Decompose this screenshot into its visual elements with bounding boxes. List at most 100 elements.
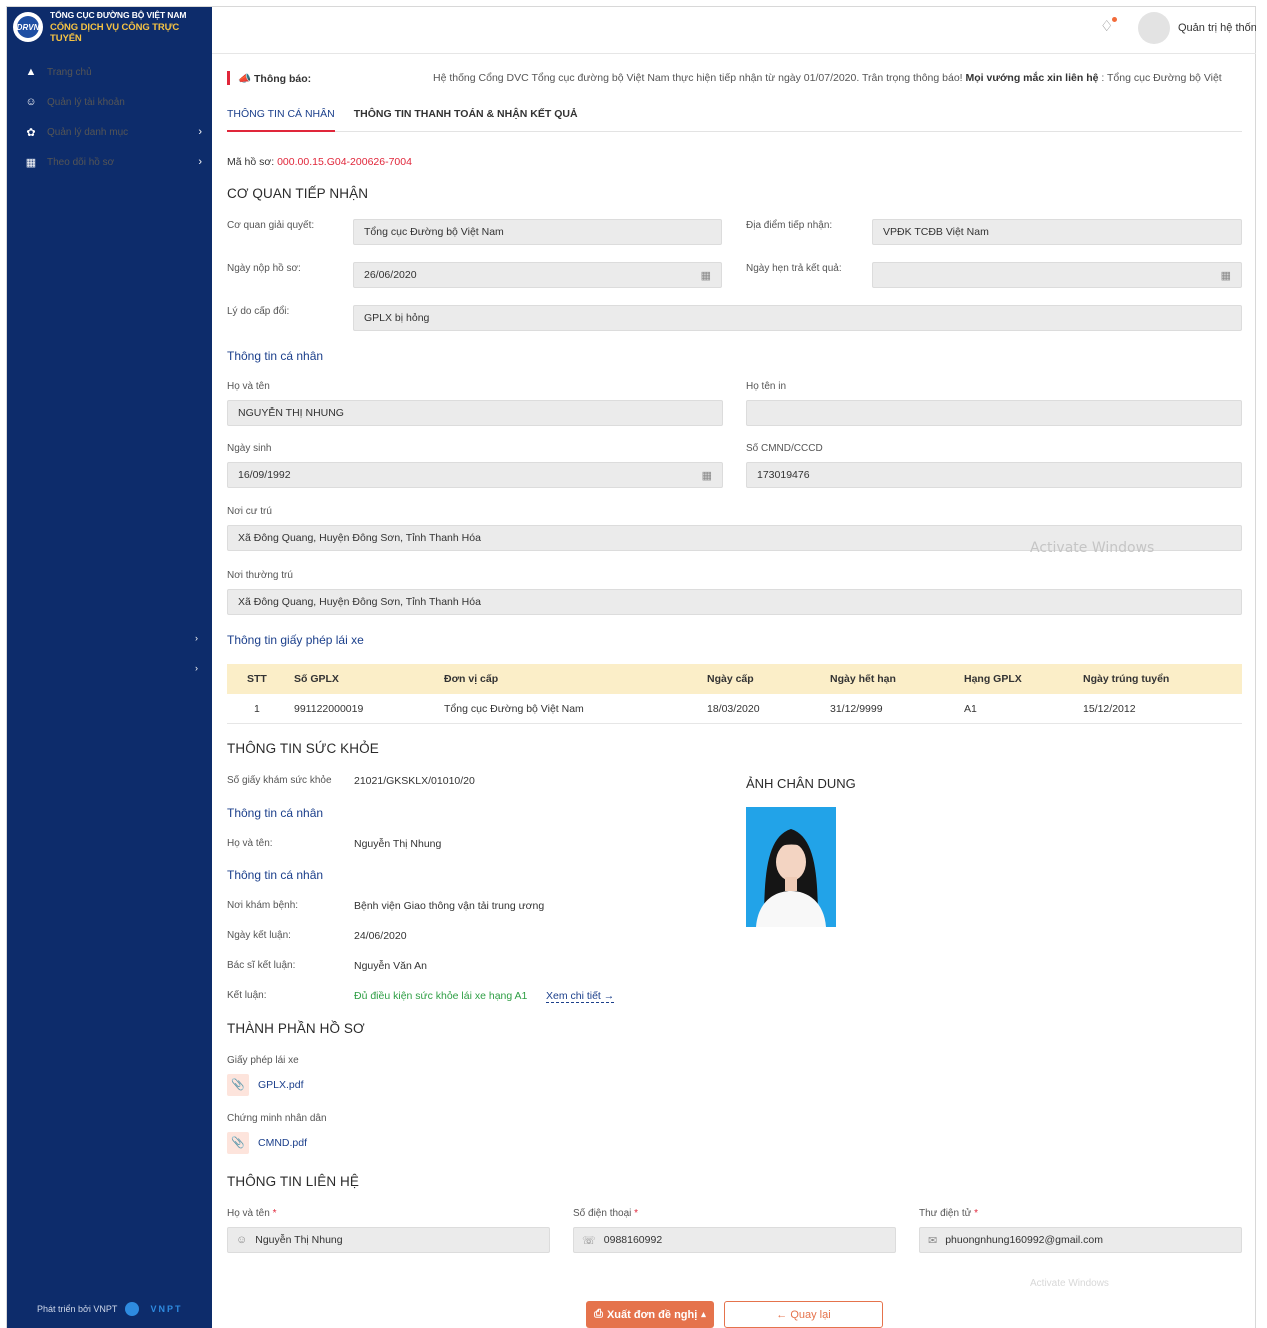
paperclip-icon: 📎: [227, 1074, 249, 1096]
chevron-right-icon[interactable]: ›: [195, 663, 198, 673]
chevron-right-icon: ›: [198, 126, 202, 138]
conclusion-date-label: Ngày kết luận:: [227, 930, 291, 941]
sidebar-item-home[interactable]: ▲ Trang chủ: [7, 57, 212, 87]
printed-name-field[interactable]: [746, 400, 1242, 426]
permanent-label: Nơi thường trú: [227, 570, 293, 581]
doc-label-license: Giấy phép lái xe: [227, 1055, 299, 1066]
contact-phone-label: Số điện thoại *: [573, 1208, 639, 1219]
reason-label: Lý do cấp đổi:: [227, 306, 290, 317]
chevron-right-icon: ›: [198, 156, 202, 168]
file-link[interactable]: GPLX.pdf: [258, 1079, 304, 1091]
calendar-icon[interactable]: ▦: [1221, 269, 1231, 282]
user-name[interactable]: Quản trị hệ thống: [1178, 22, 1256, 34]
sidebar-item-label: Quản lý tài khoản: [47, 96, 125, 108]
notice-label: Thông báo:: [254, 72, 312, 85]
contact-phone-field[interactable]: ☏ 0988160992: [573, 1227, 896, 1253]
dob-field[interactable]: 16/09/1992 ▦: [227, 462, 723, 488]
brand-line2: CỔNG DỊCH VỤ CÔNG TRỰC TUYẾN: [50, 22, 180, 44]
view-detail-link[interactable]: Xem chi tiết →: [546, 990, 615, 1003]
user-icon: ☺: [236, 1234, 248, 1246]
tab-payment-result[interactable]: THÔNG TIN THANH TOÁN & NHẬN KẾT QUẢ: [354, 106, 578, 132]
location-field[interactable]: VPĐK TCĐB Việt Nam: [872, 219, 1242, 245]
bell-icon[interactable]: ♢: [1100, 17, 1118, 37]
tab-personal-info[interactable]: THÔNG TIN CÁ NHÂN: [227, 106, 335, 132]
portrait-title: ẢNH CHÂN DUNG: [746, 776, 856, 791]
activate-windows-watermark: Activate Windows: [1030, 1278, 1109, 1289]
table-header: STT Số GPLX Đơn vị cấp Ngày cấp Ngày hết…: [227, 664, 1242, 694]
grid-icon: ▦: [25, 156, 37, 169]
sidebar-item-label: Theo dõi hồ sơ: [47, 156, 115, 168]
activate-windows-watermark: Activate Windows: [1030, 540, 1155, 556]
section-title-health: THÔNG TIN SỨC KHỎE: [227, 741, 379, 756]
file-item-license[interactable]: 📎 GPLX.pdf: [227, 1074, 304, 1096]
section-title-documents: THÀNH PHẦN HỒ SƠ: [227, 1021, 365, 1036]
tabs: THÔNG TIN CÁ NHÂN THÔNG TIN THANH TOÁN &…: [227, 106, 1242, 132]
health-name-label: Họ và tên:: [227, 838, 273, 849]
section-title-agency: CƠ QUAN TIẾP NHẬN: [227, 186, 369, 201]
health-name-value: Nguyễn Thị Nhung: [354, 838, 442, 850]
id-number-field[interactable]: 173019476: [746, 462, 1242, 488]
vnpt-brand: VNPT: [150, 1304, 183, 1314]
sidebar-item-tracking[interactable]: ▦ Theo dõi hồ sơ ›: [7, 147, 212, 177]
export-request-button[interactable]: ⎙ Xuất đơn đề nghị ▴: [586, 1301, 714, 1328]
doc-label-id: Chứng minh nhân dân: [227, 1113, 327, 1124]
user-icon: ☺: [25, 96, 37, 108]
hospital-label: Nơi khám bệnh:: [227, 900, 299, 911]
license-table: STT Số GPLX Đơn vị cấp Ngày cấp Ngày hết…: [227, 664, 1242, 724]
fullname-label: Họ và tên: [227, 381, 270, 392]
conclusion-value: Đủ điều kiện sức khỏe lái xe hạng A1: [354, 990, 528, 1002]
contact-email-field[interactable]: ✉ phuongnhung160992@gmail.com: [919, 1227, 1242, 1253]
sidebar-item-catalog[interactable]: ✿ Quản lý danh mục ›: [7, 117, 212, 147]
file-link[interactable]: CMND.pdf: [258, 1137, 307, 1149]
portrait-photo: [746, 807, 836, 927]
brand[interactable]: DRVN TỔNG CỤC ĐƯỜNG BỘ VIỆT NAM CỔNG DỊC…: [7, 7, 212, 47]
subsection-health-exam: Thông tin cá nhân: [227, 868, 324, 882]
record-code: Mã hồ sơ: 000.00.15.G04-200626-7004: [227, 156, 412, 168]
subsection-health-personal: Thông tin cá nhân: [227, 806, 324, 820]
sidebar-item-account[interactable]: ☺ Quản lý tài khoản: [7, 87, 212, 117]
subsection-license: Thông tin giấy phép lái xe: [227, 633, 364, 647]
sidebar: DRVN TỔNG CỤC ĐƯỜNG BỘ VIỆT NAM CỔNG DỊC…: [7, 7, 212, 1328]
notice-marker: [227, 71, 230, 85]
health-cert-label: Số giấy khám sức khỏe: [227, 775, 332, 786]
submit-date-label: Ngày nộp hồ sơ:: [227, 263, 301, 274]
megaphone-icon: 📣: [238, 72, 252, 85]
logo-icon: DRVN: [13, 12, 43, 42]
contact-name-field[interactable]: ☺ Nguyễn Thị Nhung: [227, 1227, 550, 1253]
top-header: ♢ Quản trị hệ thống: [212, 7, 1256, 54]
conclusion-label: Kết luận:: [227, 990, 267, 1001]
table-row[interactable]: 1 991122000019 Tổng cục Đường bộ Việt Na…: [227, 694, 1242, 724]
subsection-personal: Thông tin cá nhân: [227, 349, 324, 363]
sidebar-item-label: Quản lý danh mục: [47, 126, 129, 138]
reason-field[interactable]: GPLX bị hỏng: [353, 305, 1242, 331]
doctor-label: Bác sĩ kết luận:: [227, 960, 296, 971]
file-item-id[interactable]: 📎 CMND.pdf: [227, 1132, 307, 1154]
caret-up-icon: ▴: [701, 1309, 706, 1319]
conclusion-date-value: 24/06/2020: [354, 930, 407, 942]
return-date-field[interactable]: ▦: [872, 262, 1242, 288]
notice-bar: 📣 Thông báo: Hệ thống Cổng DVC Tổng cục …: [227, 71, 1242, 85]
vnpt-logo-icon: [125, 1302, 140, 1316]
hospital-value: Bệnh viện Giao thông vận tải trung ương: [354, 900, 545, 912]
home-icon: ▲: [25, 66, 37, 78]
phone-icon: ☏: [582, 1234, 596, 1247]
portrait-image: [746, 807, 836, 927]
fullname-field[interactable]: NGUYỄN THỊ NHUNG: [227, 400, 723, 426]
doctor-value: Nguyễn Văn An: [354, 960, 427, 972]
calendar-icon[interactable]: ▦: [701, 269, 711, 282]
dob-label: Ngày sinh: [227, 443, 272, 454]
sidebar-nav: ▲ Trang chủ ☺ Quản lý tài khoản ✿ Quản l…: [7, 57, 212, 177]
back-button[interactable]: ← Quay lại: [724, 1301, 883, 1328]
sidebar-item-label: Trang chủ: [47, 66, 92, 78]
submit-date-field[interactable]: 26/06/2020 ▦: [353, 262, 722, 288]
gear-icon: ✿: [26, 126, 36, 139]
agency-field[interactable]: Tổng cục Đường bộ Việt Nam: [353, 219, 722, 245]
envelope-icon: ✉: [928, 1234, 938, 1247]
permanent-field[interactable]: Xã Đông Quang, Huyện Đông Sơn, Tỉnh Than…: [227, 589, 1242, 615]
chevron-right-icon[interactable]: ›: [195, 633, 198, 643]
location-label: Địa điểm tiếp nhận:: [746, 220, 833, 231]
printed-name-label: Họ tên in: [746, 381, 787, 392]
calendar-icon[interactable]: ▦: [702, 469, 712, 482]
avatar[interactable]: [1138, 12, 1170, 44]
brand-line1: TỔNG CỤC ĐƯỜNG BỘ VIỆT NAM: [50, 10, 187, 20]
